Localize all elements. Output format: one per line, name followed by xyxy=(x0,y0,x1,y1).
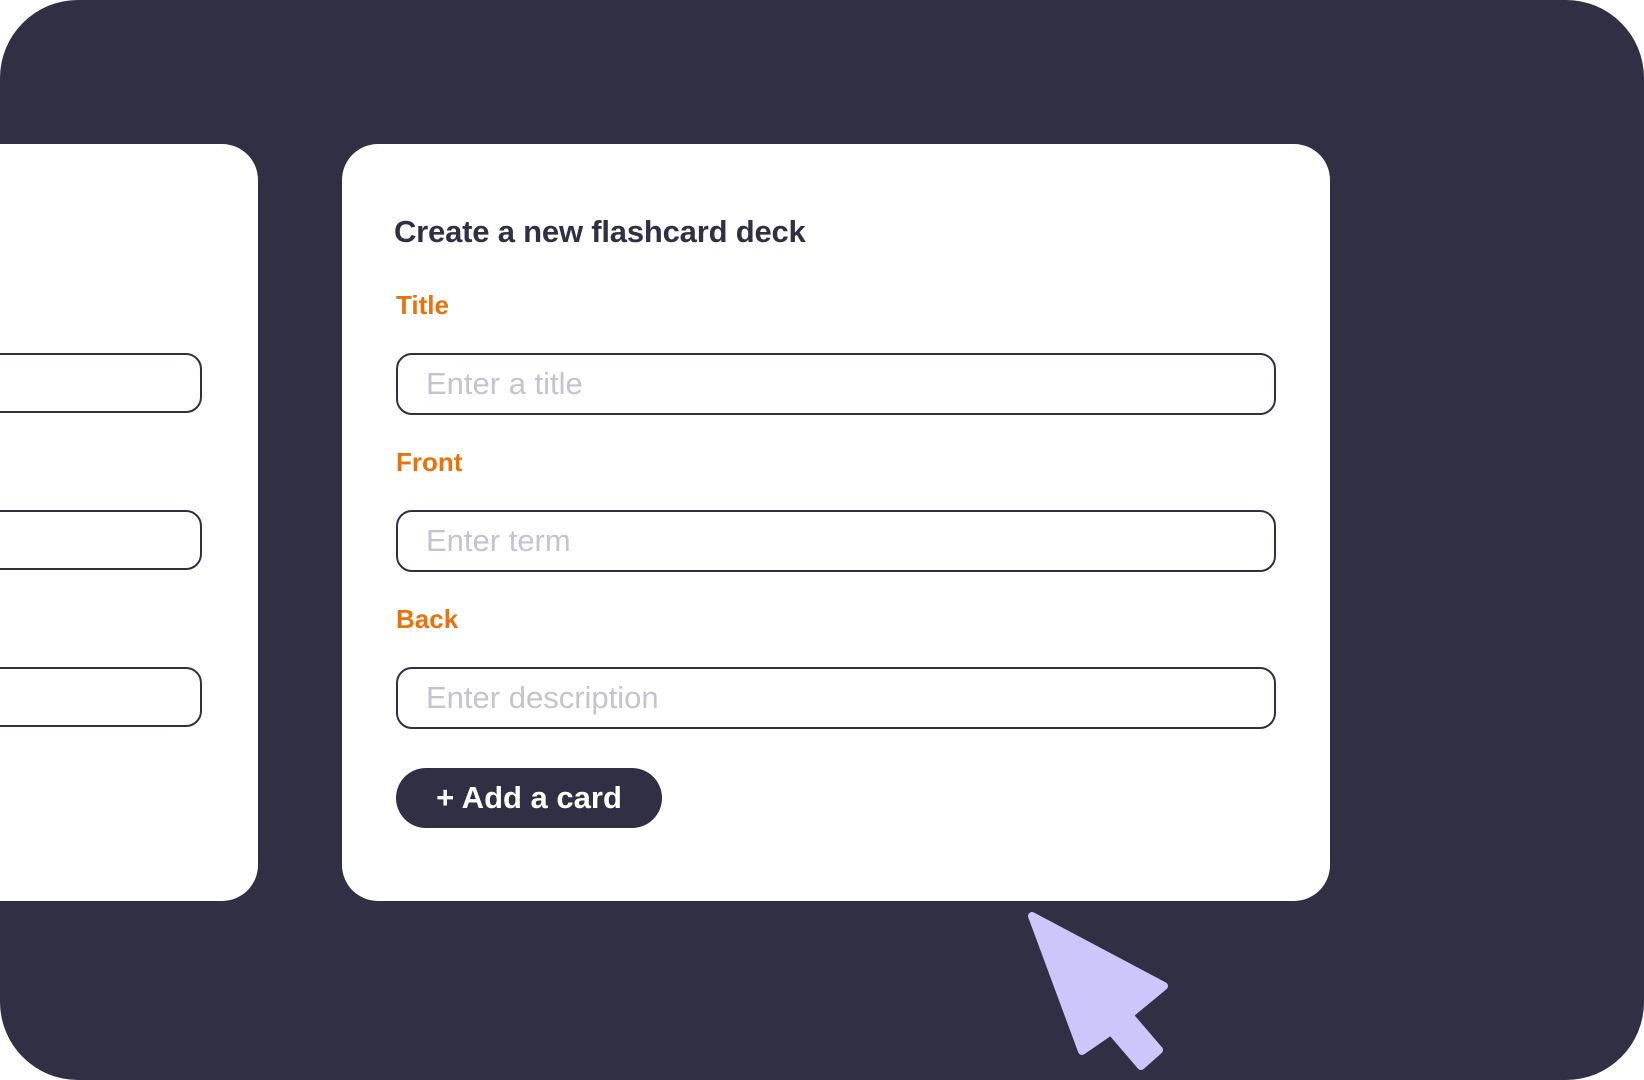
previous-back-input[interactable] xyxy=(0,667,202,727)
back-input[interactable] xyxy=(396,667,1276,729)
front-label: Front xyxy=(396,447,463,477)
app-frame: Create a new flashcard deck Title Front … xyxy=(0,0,1644,1080)
title-label: Title xyxy=(396,290,449,320)
previous-title-input[interactable] xyxy=(0,353,202,413)
previous-front-input[interactable] xyxy=(0,510,202,570)
title-input[interactable] xyxy=(396,353,1276,415)
add-card-button[interactable]: + Add a card xyxy=(396,768,662,828)
mouse-pointer-icon xyxy=(1028,912,1168,1070)
new-deck-card: Create a new flashcard deck Title Front … xyxy=(342,144,1330,901)
back-label: Back xyxy=(396,604,459,634)
card-heading: Create a new flashcard deck xyxy=(394,214,806,249)
previous-deck-card xyxy=(0,144,258,901)
front-input[interactable] xyxy=(396,510,1276,572)
